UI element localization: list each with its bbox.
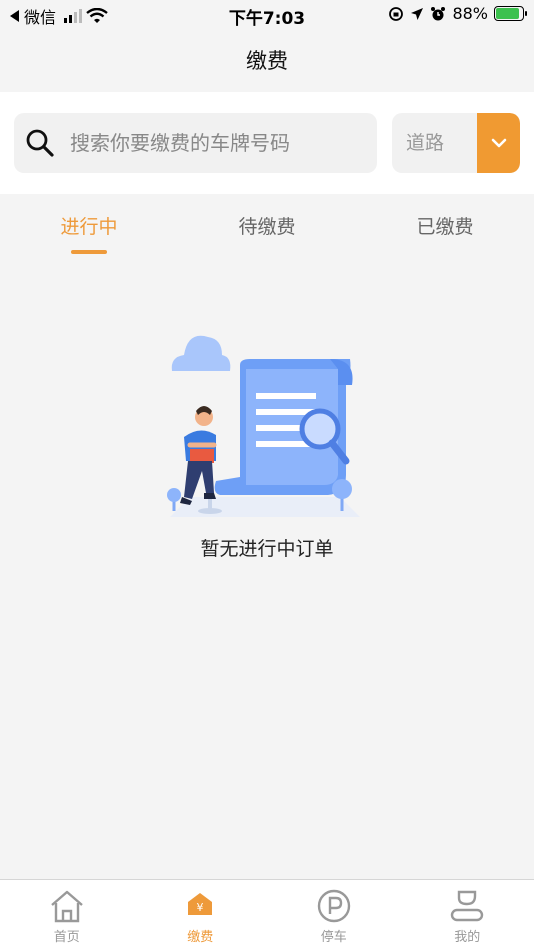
alarm-icon [431,6,446,20]
parking-icon [317,889,350,923]
search-area: 道路 [0,92,534,194]
payment-icon: ¥ [188,893,213,915]
status-right: 88% [388,4,527,23]
profile-icon [451,890,484,922]
bottom-tab-home[interactable]: 首页 [0,880,134,950]
home-icon [50,890,83,923]
tab-in-progress[interactable]: 进行中 [0,212,178,239]
tab-paid[interactable]: 已缴费 [356,212,534,239]
bottom-tab-label: 我的 [454,930,481,945]
svg-text:¥: ¥ [197,901,204,914]
page-title: 缴费 [0,30,534,92]
order-status-tabs: 进行中 待缴费 已缴费 [0,194,534,260]
bottom-tab-label: 缴费 [187,930,214,945]
road-type-selected: 道路 [406,132,445,154]
status-bar: 微信 下午7:03 88% [0,0,534,30]
bottom-tab-label: 首页 [53,930,80,945]
bottom-tab-bar: 首页 ¥ 缴费 停车 我的 [0,879,534,950]
screen-rotation-lock-icon [389,6,404,21]
bottom-tab-label: 停车 [320,930,347,945]
empty-state-illustration [167,335,360,517]
road-type-dropdown-button[interactable] [477,113,520,173]
battery-icon [494,6,527,21]
active-tab-indicator [71,250,107,254]
search-box[interactable] [14,113,377,173]
battery-percent: 88% [452,4,488,23]
empty-state-message: 暂无进行中订单 [200,538,334,560]
bottom-tab-profile[interactable]: 我的 [401,880,534,950]
bottom-tab-payment[interactable]: ¥ 缴费 [134,880,268,950]
tab-pending-payment[interactable]: 待缴费 [178,212,356,239]
bottom-tab-parking[interactable]: 停车 [267,880,401,950]
search-icon [26,129,54,157]
location-arrow-icon [411,7,424,20]
road-type-select[interactable]: 道路 [392,113,520,173]
chevron-down-icon [491,138,506,148]
plate-search-input[interactable] [70,113,370,173]
